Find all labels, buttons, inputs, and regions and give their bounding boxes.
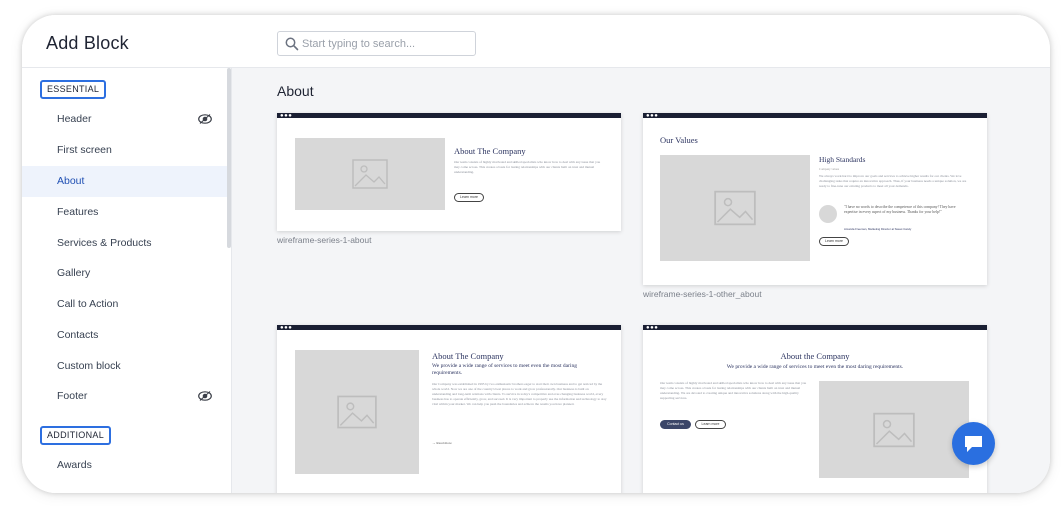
read-more-link: → Read more [432, 441, 452, 445]
sidebar-item-label: Contacts [57, 329, 99, 341]
search-box[interactable] [277, 31, 476, 56]
image-placeholder [660, 155, 810, 261]
sidebar-item-label: Services & Products [57, 237, 152, 249]
top-bar: Add Block [22, 15, 1050, 68]
page-title: Add Block [46, 33, 129, 53]
block-preview-area: About ●●● About The Company Our team con… [232, 68, 1050, 493]
sidebar-item-label: Footer [57, 390, 88, 402]
search-input[interactable] [302, 35, 470, 53]
sidebar-item-label: Custom block [57, 360, 121, 372]
card-text: We always work hard to improve our goals… [819, 174, 967, 188]
card-small-label: Company values [819, 167, 840, 171]
sidebar-item-label: Features [57, 206, 99, 218]
image-placeholder [295, 350, 419, 474]
chat-button[interactable] [952, 422, 995, 465]
sidebar-item-features[interactable]: Features [22, 197, 231, 228]
block-card-about-3[interactable]: ●●● About The Company We provide a wide … [277, 325, 621, 493]
image-icon [352, 159, 388, 189]
eye-icon[interactable] [198, 390, 212, 402]
sidebar-item-label: Awards [57, 459, 92, 471]
card-subheading: High Standards [819, 155, 866, 164]
sidebar-item-gallery[interactable]: Gallery [22, 258, 231, 289]
browser-bar: ●●● [277, 113, 621, 119]
image-placeholder [819, 381, 969, 478]
card-caption: wireframe-series-1-other_about [643, 289, 762, 299]
sidebar-item-awards[interactable]: Awards [22, 450, 231, 481]
search-icon [285, 37, 299, 51]
eye-icon[interactable] [198, 113, 212, 125]
learn-more-button: Learn more [454, 193, 484, 202]
learn-more-button: Learn more [819, 237, 849, 246]
block-card-about-4[interactable]: ●●● About the Company We provide a wide … [643, 325, 987, 493]
sidebar-item-footer[interactable]: Footer [22, 381, 231, 412]
add-block-window: Add Block ESSENTIAL Header First screen … [22, 15, 1050, 493]
learn-more-button: Learn more [695, 420, 726, 429]
card-text: Our team consists of highly motivated an… [660, 381, 807, 400]
card-subheading: We provide a wide range of services to m… [432, 363, 577, 376]
sidebar-item-services-products[interactable]: Services & Products [22, 228, 231, 259]
card-text: Our Company was established in 1995 by t… [432, 382, 607, 406]
sidebar-item-custom-block[interactable]: Custom block [22, 351, 231, 382]
block-card-about-1[interactable]: ●●● About The Company Our team consists … [277, 113, 621, 231]
section-title: About [277, 83, 314, 99]
sidebar-item-label: Header [57, 113, 92, 125]
sidebar-item-contacts[interactable]: Contacts [22, 320, 231, 351]
card-text: Our team consists of highly motivated an… [454, 160, 601, 174]
block-category-sidebar: ESSENTIAL Header First screen About Feat… [22, 68, 232, 493]
sidebar-item-label: First screen [57, 144, 112, 156]
sidebar-item-header[interactable]: Header [22, 104, 231, 135]
section-label-additional: ADDITIONAL [40, 426, 112, 445]
testimonial-quote: "I have no words to describe the compete… [844, 205, 956, 214]
section-label-essential: ESSENTIAL [40, 80, 107, 99]
contact-us-button: Contact us [660, 420, 691, 429]
sidebar-item-call-to-action[interactable]: Call to Action [22, 289, 231, 320]
browser-bar: ●●● [643, 325, 987, 331]
browser-bar: ●●● [643, 113, 987, 119]
image-icon [337, 395, 377, 429]
sidebar-item-first-screen[interactable]: First screen [22, 135, 231, 166]
image-icon [714, 190, 756, 226]
card-caption: wireframe-series-1-about [277, 235, 372, 245]
sidebar-item-label: About [57, 175, 85, 187]
sidebar-item-about[interactable]: About [22, 166, 231, 197]
card-subheading: We provide a wide range of services to m… [726, 364, 904, 370]
card-heading: About the Company [780, 351, 850, 361]
card-heading: Our Values [660, 135, 698, 145]
image-icon [873, 412, 915, 447]
sidebar-item-label: Gallery [57, 267, 91, 279]
sidebar-scrollbar[interactable] [227, 68, 231, 248]
testimonial-signature: Amanda Freeman, Marketing Director at Sw… [844, 227, 912, 231]
avatar [819, 205, 837, 223]
card-heading: About The Company [432, 351, 504, 361]
image-placeholder [295, 138, 445, 210]
chat-icon [965, 436, 982, 452]
block-card-about-2[interactable]: ●●● Our Values High Standards Company va… [643, 113, 987, 285]
sidebar-item-label: Call to Action [57, 298, 119, 310]
browser-bar: ●●● [277, 325, 621, 331]
card-heading: About The Company [454, 146, 526, 156]
